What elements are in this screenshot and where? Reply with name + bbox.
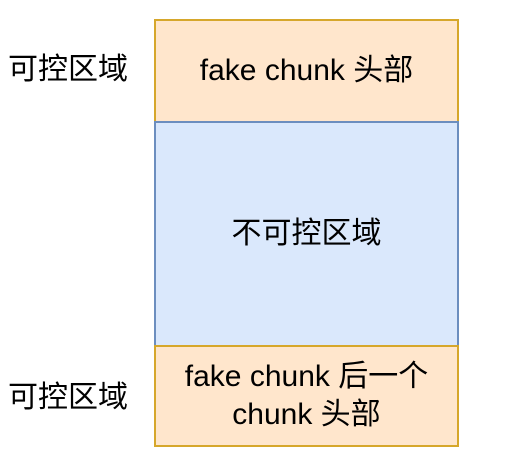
- uncontrollable-region-block: 不可控区域: [154, 121, 459, 347]
- uncontrollable-region-text: 不可控区域: [231, 217, 382, 250]
- controllable-region-label-top: 可控区域: [8, 53, 128, 86]
- next-chunk-header-text: fake chunk 后一个 chunk 头部: [184, 360, 429, 431]
- fake-chunk-header-block: fake chunk 头部: [154, 19, 459, 123]
- controllable-region-label-bottom: 可控区域: [8, 381, 128, 414]
- fake-chunk-header-text: fake chunk 头部: [199, 54, 414, 87]
- next-chunk-header-block: fake chunk 后一个 chunk 头部: [154, 345, 459, 447]
